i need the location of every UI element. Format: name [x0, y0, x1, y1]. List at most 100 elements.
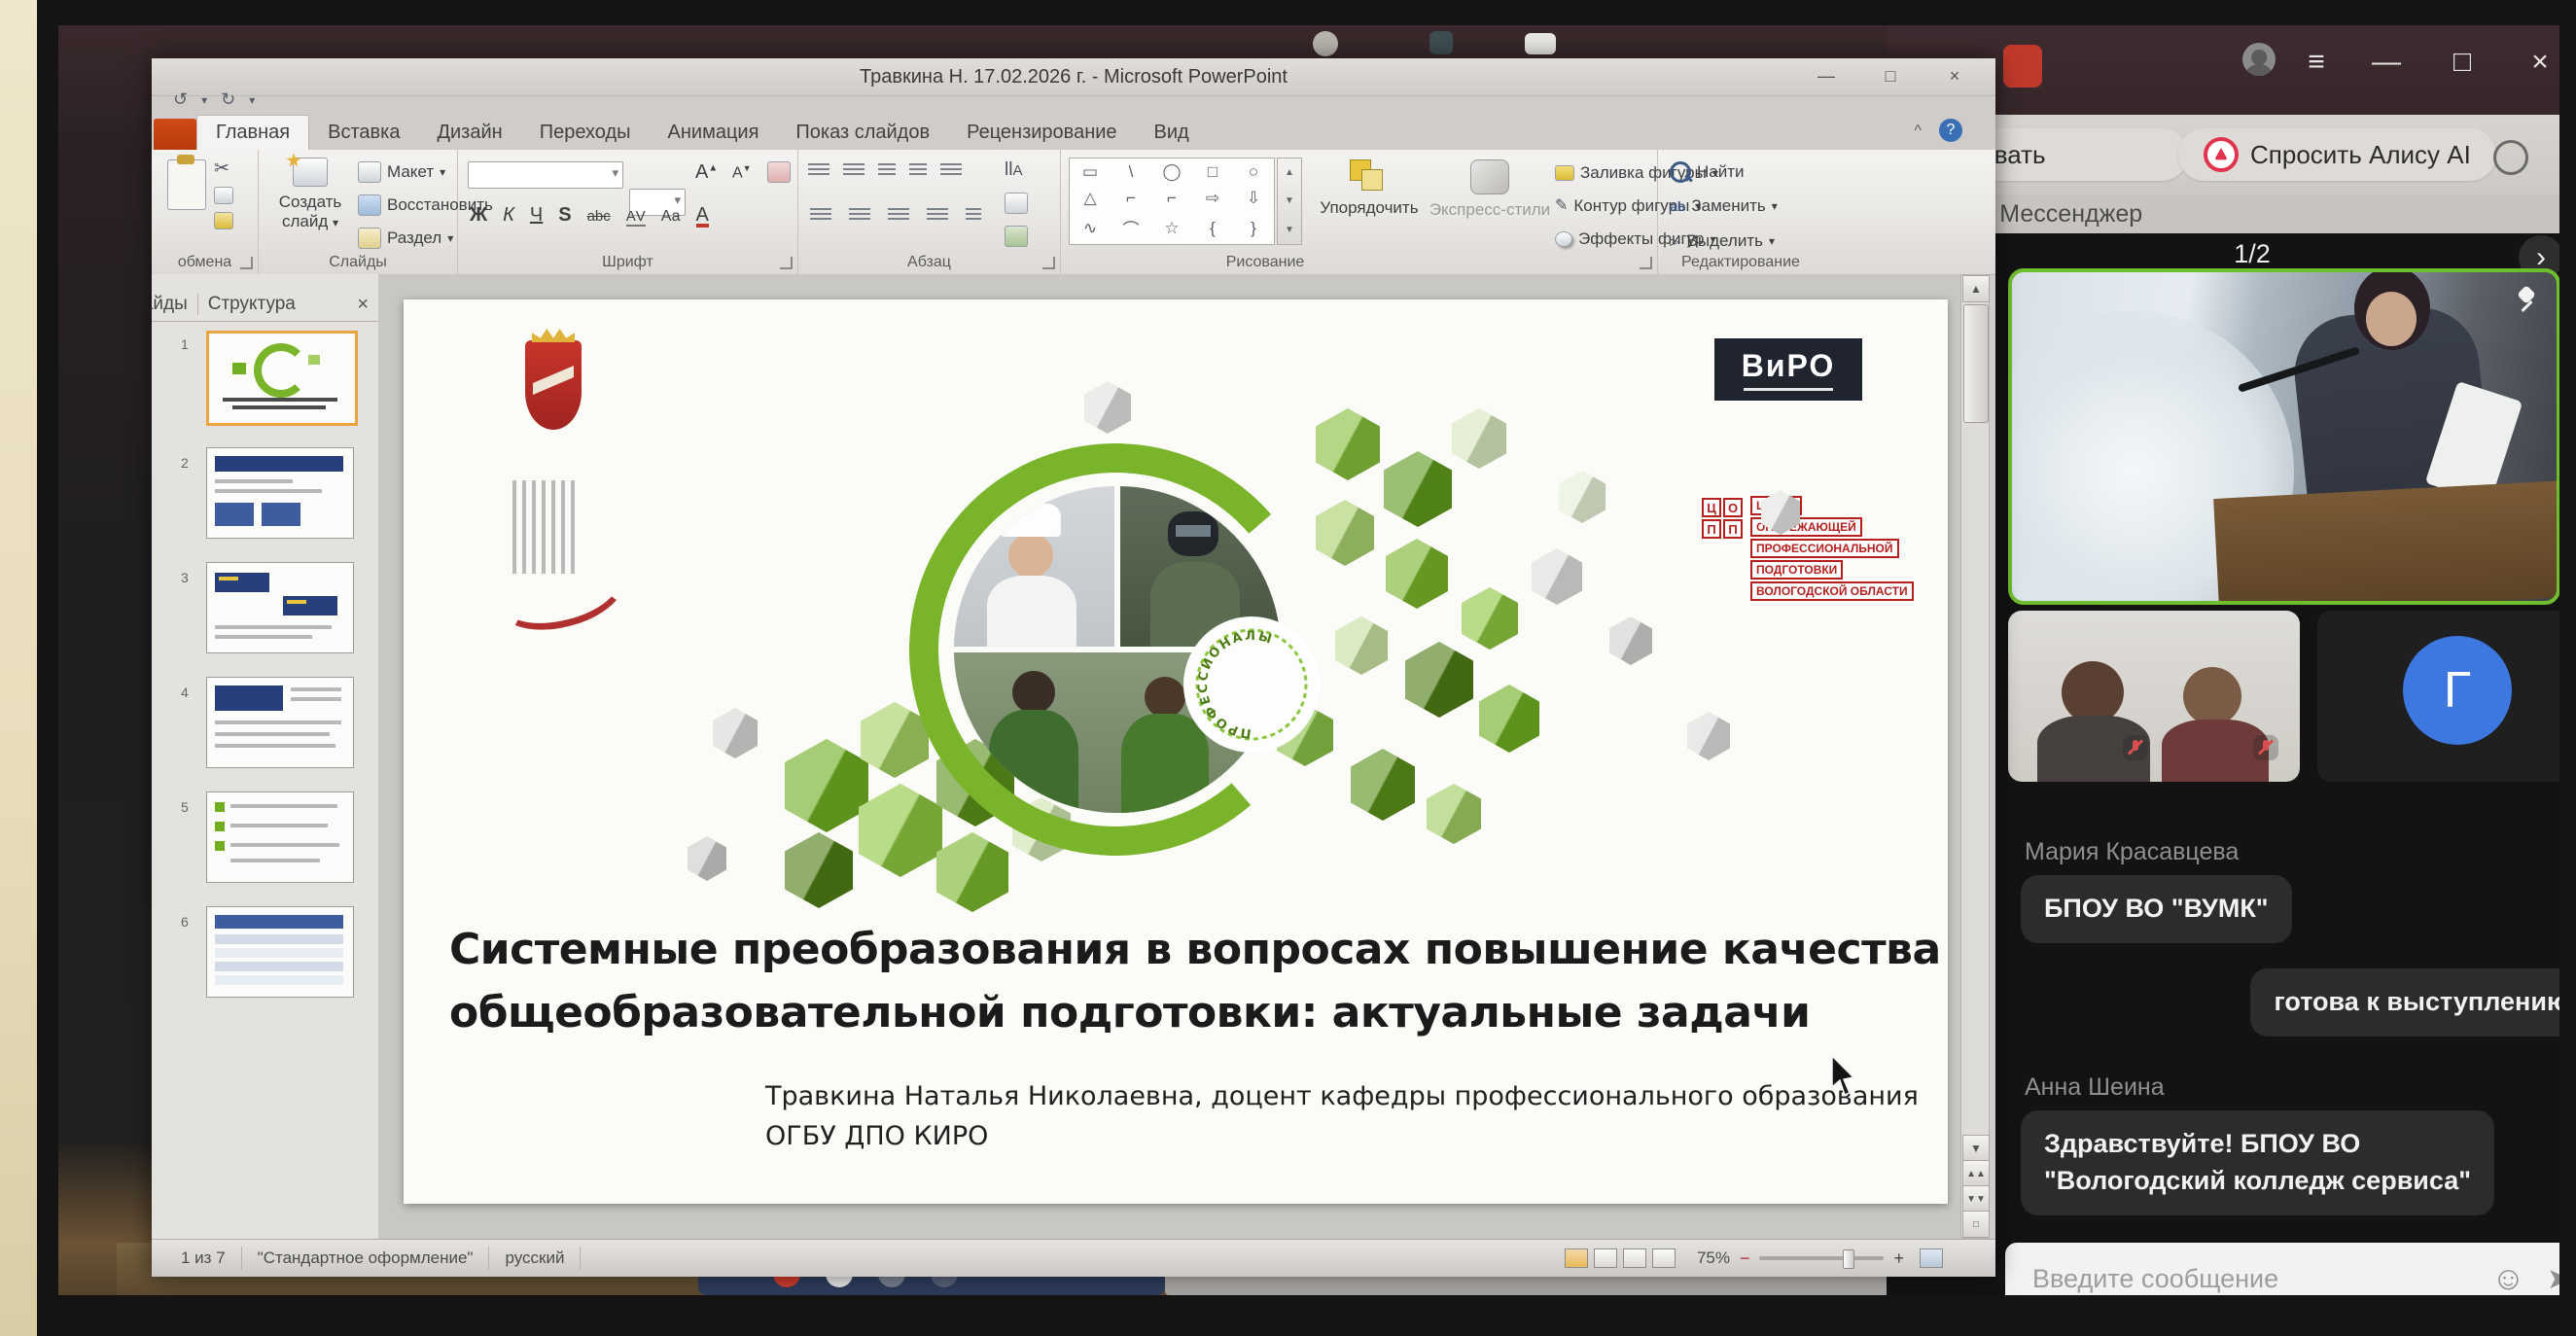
menu-icon[interactable]: ≡ [2295, 43, 2338, 82]
shape-icon[interactable]: \ [1129, 162, 1134, 182]
bold-icon[interactable]: Ж [470, 204, 487, 227]
slide-thumbnail[interactable] [206, 447, 354, 539]
normal-view-icon[interactable] [1565, 1248, 1588, 1268]
undo-icon[interactable]: ↺ [173, 89, 188, 110]
chat-message[interactable]: Здравствуйте! БПОУ ВО "Вологодский колле… [2021, 1110, 2494, 1215]
shape-icon[interactable]: △ [1083, 189, 1096, 208]
underline-icon[interactable]: Ч [530, 204, 543, 227]
language-indicator[interactable]: русский [489, 1247, 581, 1270]
emoji-icon[interactable]: ☺ [2491, 1260, 2525, 1296]
tab-view[interactable]: Вид [1136, 116, 1208, 150]
shape-icon[interactable]: ○ [1249, 162, 1258, 182]
participant-initial-tile[interactable]: Г [2317, 611, 2559, 782]
previous-slide-button[interactable]: ▲▲ [1962, 1160, 1990, 1187]
numbering-icon[interactable] [843, 163, 865, 178]
close-pane-icon[interactable]: × [357, 294, 369, 316]
chat-message-outgoing[interactable]: готова к выступлению [2250, 968, 2559, 1037]
character-spacing-icon[interactable]: АV [626, 208, 646, 227]
close-button[interactable]: × [2519, 43, 2559, 82]
ppt-close-button[interactable]: × [1931, 62, 1978, 89]
cut-icon[interactable]: ✂ [214, 159, 229, 178]
send-icon[interactable]: ➤ [2547, 1262, 2559, 1296]
shape-icon[interactable]: } [1251, 219, 1256, 238]
shape-icon[interactable]: ⇩ [1247, 189, 1260, 208]
tab-animations[interactable]: Анимация [650, 116, 778, 150]
tab-slideshow[interactable]: Показ слайдов [777, 116, 948, 150]
select-button[interactable]: ▻Выделить▾ [1670, 231, 1775, 251]
align-text-icon[interactable] [1005, 193, 1028, 214]
change-case-icon[interactable]: Аа [661, 208, 681, 226]
align-center-icon[interactable] [849, 208, 870, 223]
quick-styles-button[interactable]: Экспресс-стили [1427, 159, 1553, 220]
chat-message[interactable]: БПОУ ВО "ВУМК" [2021, 875, 2292, 943]
slideshow-view-icon[interactable] [1652, 1248, 1676, 1268]
convert-smartart-icon[interactable] [1005, 226, 1028, 247]
decrease-indent-icon[interactable] [878, 163, 896, 178]
slide-thumbnail[interactable] [206, 791, 354, 883]
format-painter-icon[interactable] [214, 212, 233, 229]
theme-name[interactable]: "Стандартное оформление" [242, 1247, 490, 1270]
maximize-button[interactable]: □ [2441, 43, 2484, 82]
grow-font-icon[interactable]: А▲ [695, 161, 718, 184]
tab-file[interactable] [154, 119, 196, 150]
scrollbar-thumb[interactable] [1963, 304, 1989, 423]
pin-icon[interactable] [2512, 286, 2541, 315]
collapse-ribbon-icon[interactable]: ^ [1914, 123, 1922, 140]
shape-icon[interactable]: ⌒ [1123, 216, 1140, 240]
copy-icon[interactable] [214, 187, 233, 204]
align-right-icon[interactable] [888, 208, 909, 223]
participants-video-tile[interactable] [2008, 611, 2300, 782]
scroll-up-icon[interactable]: ▲ [1962, 275, 1990, 302]
zoom-level[interactable]: 75% [1697, 1248, 1730, 1268]
shapes-scroll[interactable]: ▲▼▼ [1277, 158, 1302, 245]
paste-button[interactable] [167, 159, 206, 210]
slide-title[interactable]: Системные преобразования в вопросах повы… [449, 918, 1941, 1044]
reactions-icon[interactable] [2493, 140, 2528, 175]
layout-button[interactable]: Макет▾ [358, 161, 445, 183]
shape-icon[interactable]: { [1210, 219, 1216, 238]
justify-icon[interactable] [927, 208, 948, 223]
tab-home[interactable]: Главная [196, 115, 309, 150]
desktop-icon[interactable] [1525, 33, 1556, 54]
redo-icon[interactable]: ↻ [221, 89, 235, 110]
ppt-minimize-button[interactable]: — [1803, 62, 1850, 89]
shape-icon[interactable]: ☆ [1164, 219, 1179, 238]
tab-review[interactable]: Рецензирование [948, 116, 1135, 150]
shadow-icon[interactable]: S [558, 204, 571, 227]
slide[interactable]: ВиРО Ц О П П ЦЕНТР ОПЕРЕЖАЮЩЕЙ [404, 299, 1948, 1204]
bullets-icon[interactable] [808, 163, 829, 178]
increase-indent-icon[interactable] [909, 163, 927, 178]
replace-button[interactable]: abЗаменить▾ [1670, 196, 1778, 216]
clipboard-dialog-launcher[interactable] [240, 257, 253, 269]
qat-customize-icon[interactable]: ▾ [249, 93, 255, 107]
font-dialog-launcher[interactable] [780, 257, 793, 269]
drawing-dialog-launcher[interactable] [1640, 257, 1652, 269]
slide-thumbnail[interactable] [206, 562, 354, 653]
ppt-maximize-button[interactable]: □ [1867, 62, 1914, 89]
tab-insert[interactable]: Вставка [309, 116, 418, 150]
slide-thumbnail[interactable] [206, 331, 358, 426]
tab-transitions[interactable]: Переходы [521, 116, 650, 150]
slide-thumbnail[interactable] [206, 906, 354, 998]
section-button[interactable]: Раздел▾ [358, 228, 453, 249]
reading-view-icon[interactable] [1623, 1248, 1646, 1268]
shape-icon[interactable]: ▭ [1082, 162, 1098, 182]
zoom-slider[interactable] [1759, 1256, 1884, 1260]
shapes-gallery[interactable]: ▭\◯□○ △⌐⌐⇨⇩ ∿⌒☆{} [1069, 158, 1275, 245]
arrange-button[interactable]: Упорядочить [1316, 159, 1423, 218]
shape-icon[interactable]: ⇨ [1206, 189, 1219, 208]
slide-scrollbar[interactable]: ▲ ▼ ▲▲ ▼▼ □ [1960, 274, 1990, 1239]
desktop-icon[interactable] [1429, 31, 1453, 54]
shape-icon[interactable]: ∿ [1083, 219, 1097, 238]
new-slide-button[interactable]: Создатьслайд ▾ [268, 158, 352, 231]
chat-input[interactable] [2005, 1264, 2491, 1294]
align-left-icon[interactable] [810, 208, 831, 223]
red-app-icon[interactable] [2003, 45, 2042, 88]
scroll-down-icon[interactable]: ▼ [1962, 1135, 1990, 1162]
clear-formatting-icon[interactable] [767, 161, 791, 183]
slide-thumbnail[interactable] [206, 677, 354, 768]
shape-icon[interactable]: □ [1208, 162, 1217, 182]
italic-icon[interactable]: К [503, 204, 514, 227]
browse-slides-button[interactable]: □ [1962, 1211, 1990, 1238]
account-avatar-icon[interactable] [2242, 43, 2276, 76]
